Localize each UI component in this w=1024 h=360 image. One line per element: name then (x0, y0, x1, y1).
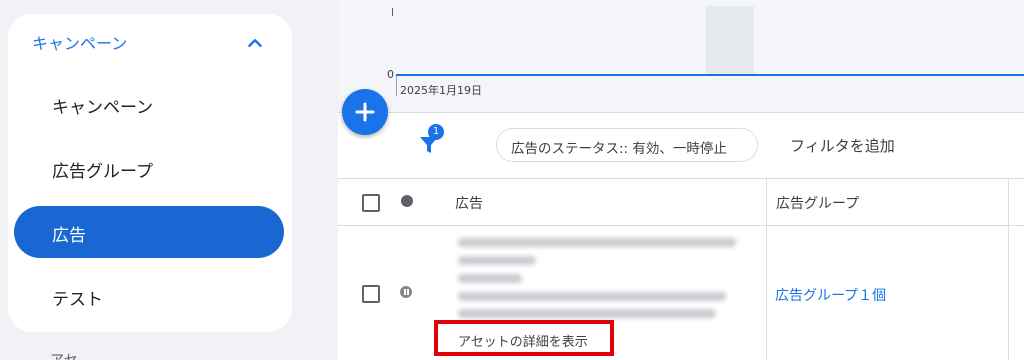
section-label: キャンペーン (32, 34, 128, 53)
sidebar-item-label: キャンペーン (52, 98, 154, 118)
chart-x-tick (396, 76, 397, 96)
view-asset-details-link[interactable]: アセットの詳細を表示 (434, 320, 614, 356)
sidebar-item-label: 広告グループ (52, 162, 153, 182)
sidebar-item-ads[interactable]: 広告 (14, 206, 284, 258)
status-column-icon (401, 195, 413, 207)
sidebar-item-campaigns[interactable]: キャンペーン (14, 78, 284, 130)
select-all-checkbox[interactable] (362, 194, 380, 212)
divider (338, 112, 1024, 113)
sidebar-item-label: テスト (52, 290, 103, 310)
sidebar-item-ad-groups[interactable]: 広告グループ (14, 142, 284, 194)
sidebar-item-tests[interactable]: テスト (14, 270, 284, 322)
chevron-up-icon[interactable] (244, 32, 266, 54)
divider (338, 225, 1024, 226)
ad-group-link[interactable]: 広告グループ１個 (775, 285, 886, 305)
divider (338, 178, 1024, 179)
row-checkbox[interactable] (362, 285, 380, 303)
column-header-ad[interactable]: 広告 (455, 193, 483, 213)
create-button[interactable] (342, 89, 388, 135)
view-asset-details-label: アセットの詳細を表示 (458, 335, 588, 350)
chart-y-zero-label: 0 (387, 68, 394, 81)
sidebar: キャンペーン キャンペーン 広告グループ 広告 テスト (8, 14, 292, 332)
paused-status-icon (400, 286, 412, 298)
sidebar-item-label: 広告 (52, 226, 86, 246)
chart-x-date-label: 2025年1月19日 (400, 84, 482, 97)
sidebar-item-assets-partial[interactable]: アセット (50, 350, 90, 360)
chart-axis-tick (392, 8, 393, 16)
chart-hover-band (706, 6, 754, 76)
status-filter-chip[interactable]: 広告のステータス:: 有効、一時停止 (496, 128, 758, 162)
campaigns-section-header[interactable]: キャンペーン (8, 14, 292, 70)
main-panel: 0 2025年1月19日 1 広告のステータス:: 有効、一時停止 フィルタを追… (338, 0, 1024, 360)
chart-series-line (396, 74, 1024, 76)
column-header-ad-group[interactable]: 広告グループ (776, 193, 859, 213)
status-filter-label: 広告のステータス:: 有効、一時停止 (511, 141, 727, 157)
column-separator (1008, 179, 1009, 360)
filter-count-badge: 1 (428, 124, 444, 140)
performance-chart: 0 2025年1月19日 (338, 0, 1024, 112)
plus-icon (355, 102, 375, 122)
add-filter-button[interactable]: フィルタを追加 (790, 135, 895, 156)
column-separator (766, 179, 767, 360)
